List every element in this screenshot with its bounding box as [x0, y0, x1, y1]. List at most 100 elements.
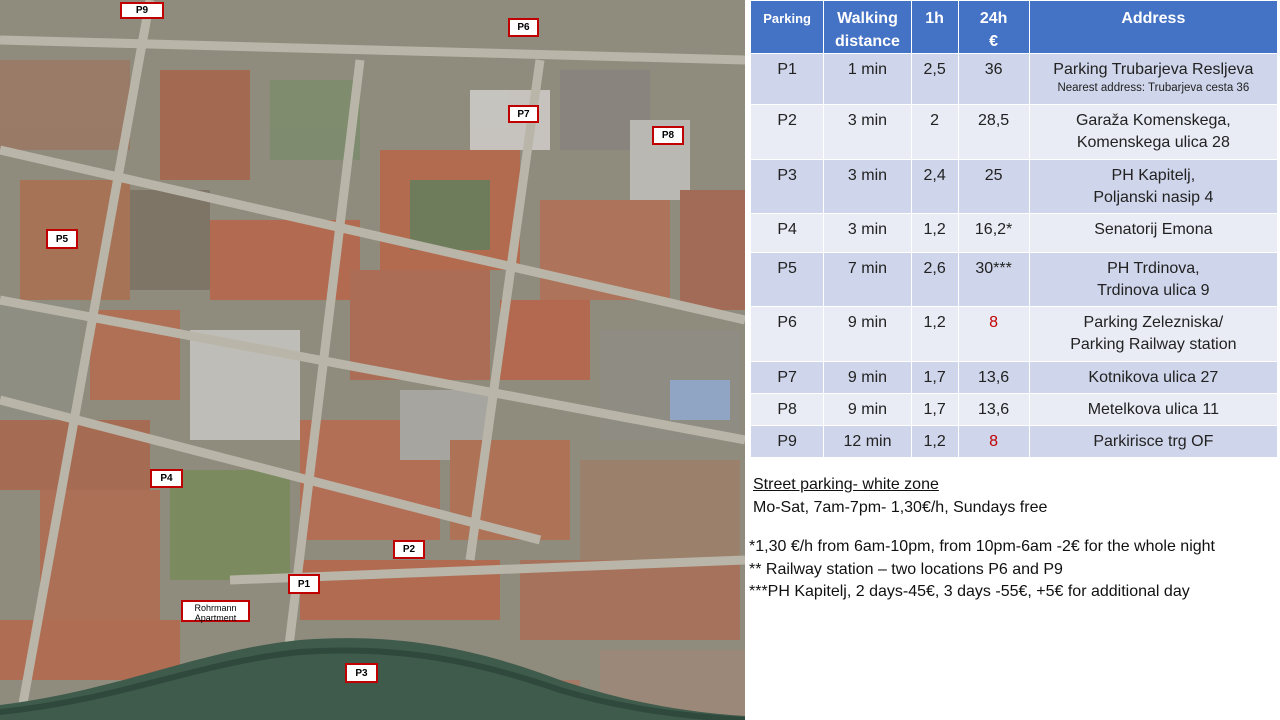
address-line2: Parking Railway station — [1070, 336, 1237, 353]
table-row: P9 12 min 1,2 8 Parkirisce trg OF — [751, 426, 1277, 457]
cell-walk: 3 min — [824, 105, 911, 159]
map-imagery — [0, 0, 745, 720]
table-header-row: Parking Walking distance 1h 24h € Address — [751, 1, 1277, 53]
header-walking-line1: Walking — [837, 10, 898, 27]
address-note: Nearest address: Trubarjeva cesta 36 — [1057, 82, 1250, 94]
address-line1: Parking Zelezniska/ — [1083, 314, 1224, 331]
cell-walk: 7 min — [824, 253, 911, 306]
cell-address: Garaža Komenskega, Komenskega ulica 28 — [1029, 105, 1277, 159]
address-line1: Parkirisce trg OF — [1093, 433, 1214, 450]
marker-p6[interactable]: P6 — [508, 18, 539, 37]
table-row: P1 1 min 2,5 36 Parking Trubarjeva Reslj… — [751, 54, 1277, 104]
cell-walk: 9 min — [824, 307, 911, 361]
cell-address: Senatorij Emona — [1029, 214, 1277, 252]
cell-1h: 1,7 — [911, 394, 958, 425]
table-row: P5 7 min 2,6 30*** PH Trdinova, Trdinova … — [751, 253, 1277, 306]
marker-p4[interactable]: P4 — [150, 469, 183, 488]
table-row: P4 3 min 1,2 16,2* Senatorij Emona — [751, 214, 1277, 252]
header-24h-line2: € — [989, 33, 999, 50]
cell-parking: P6 — [751, 307, 824, 361]
cell-parking: P1 — [751, 54, 824, 104]
cell-parking: P2 — [751, 105, 824, 159]
cell-1h: 1,7 — [911, 362, 958, 393]
parking-table: Parking Walking distance 1h 24h € Address … — [750, 0, 1278, 458]
cell-walk: 12 min — [824, 426, 911, 457]
cell-24h: 25 — [958, 160, 1029, 213]
marker-p7[interactable]: P7 — [508, 105, 539, 123]
cell-24h: 16,2* — [958, 214, 1029, 252]
cell-1h: 2,5 — [911, 54, 958, 104]
address-line2: Poljanski nasip 4 — [1093, 189, 1214, 206]
header-24h-line1: 24h — [979, 10, 1008, 27]
marker-p2[interactable]: P2 — [393, 540, 425, 559]
cell-parking: P8 — [751, 394, 824, 425]
footnote-1: *1,30 €/h from 6am-10pm, from 10pm-6am -… — [749, 538, 1215, 555]
col-header-walking: Walking distance — [824, 1, 911, 53]
address-line1: Senatorij Emona — [1094, 221, 1213, 238]
aerial-map[interactable]: P9 P6 P7 P8 P5 P4 P2 P1 P3 Rohrmann Apar… — [0, 0, 745, 720]
cell-address: PH Trdinova, Trdinova ulica 9 — [1029, 253, 1277, 306]
cell-address: Kotnikova ulica 27 — [1029, 362, 1277, 393]
marker-p3[interactable]: P3 — [345, 663, 378, 683]
address-line2: Trdinova ulica 9 — [1097, 282, 1210, 299]
col-header-address: Address — [1029, 1, 1277, 53]
cell-address: PH Kapitelj, Poljanski nasip 4 — [1029, 160, 1277, 213]
marker-p1[interactable]: P1 — [288, 574, 320, 594]
cell-parking: P3 — [751, 160, 824, 213]
col-header-parking: Parking — [751, 1, 824, 53]
cell-address: Parkirisce trg OF — [1029, 426, 1277, 457]
address-line1: Garaža Komenskega, — [1075, 112, 1231, 129]
address-line1: Kotnikova ulica 27 — [1088, 369, 1219, 386]
address-line1: Parking Trubarjeva Resljeva — [1053, 61, 1254, 78]
address-line1: PH Trdinova, — [1107, 260, 1200, 277]
cell-walk: 1 min — [824, 54, 911, 104]
cell-parking: P7 — [751, 362, 824, 393]
cell-1h: 2,4 — [911, 160, 958, 213]
cell-walk: 3 min — [824, 214, 911, 252]
cell-1h: 2,6 — [911, 253, 958, 306]
table-row: P6 9 min 1,2 8 Parking Zelezniska/Parkin… — [751, 307, 1277, 361]
address-line2: Komenskega ulica 28 — [1076, 134, 1230, 151]
cell-address: Metelkova ulica 11 — [1029, 394, 1277, 425]
cell-1h: 1,2 — [911, 307, 958, 361]
apartment-marker[interactable]: Rohrmann Apartment — [181, 600, 250, 623]
cell-address: Parking Trubarjeva Resljeva Nearest addre… — [1029, 54, 1277, 104]
apartment-type: Apartment — [194, 613, 237, 623]
cell-24h: 36 — [958, 54, 1029, 104]
cell-1h: 1,2 — [911, 214, 958, 252]
table-row: P2 3 min 2 28,5 Garaža Komenskega, Komens… — [751, 105, 1277, 159]
cell-24h: 13,6 — [958, 362, 1029, 393]
cell-walk: 9 min — [824, 394, 911, 425]
address-line1: Metelkova ulica 11 — [1087, 401, 1220, 418]
street-parking-title: Street parking- white zone — [753, 476, 939, 493]
table-row: P3 3 min 2,4 25 PH Kapitelj, Poljanski na… — [751, 160, 1277, 213]
footnote-2: ** Railway station – two locations P6 an… — [749, 561, 1063, 578]
cell-24h: 28,5 — [958, 105, 1029, 159]
cell-walk: 3 min — [824, 160, 911, 213]
cell-24h: 30*** — [958, 253, 1029, 306]
cell-parking: P9 — [751, 426, 824, 457]
cell-parking: P5 — [751, 253, 824, 306]
cell-24h: 13,6 — [958, 394, 1029, 425]
marker-p8[interactable]: P8 — [652, 126, 684, 145]
header-parking-text: Parking — [763, 11, 811, 26]
cell-1h: 2 — [911, 105, 958, 159]
cell-1h: 1,2 — [911, 426, 958, 457]
col-header-24h: 24h € — [958, 1, 1029, 53]
cell-24h: 8 — [958, 307, 1029, 361]
table-row: P8 9 min 1,7 13,6 Metelkova ulica 11 — [751, 394, 1277, 425]
marker-p9[interactable]: P9 — [120, 2, 164, 19]
cell-24h: 8 — [958, 426, 1029, 457]
footnote-3: ***PH Kapitelj, 2 days-45€, 3 days -55€,… — [749, 583, 1190, 600]
header-1h-text: 1h — [925, 10, 944, 27]
col-header-1h: 1h — [911, 1, 958, 53]
cell-parking: P4 — [751, 214, 824, 252]
address-line1: PH Kapitelj, — [1111, 167, 1196, 184]
marker-p5[interactable]: P5 — [46, 229, 78, 249]
header-walking-line2: distance — [835, 33, 900, 50]
apartment-name: Rohrmann — [194, 603, 237, 613]
table-row: P7 9 min 1,7 13,6 Kotnikova ulica 27 — [751, 362, 1277, 393]
cell-walk: 9 min — [824, 362, 911, 393]
cell-address: Parking Zelezniska/Parking Railway stati… — [1029, 307, 1277, 361]
street-parking-text: Mo-Sat, 7am-7pm- 1,30€/h, Sundays free — [753, 499, 1048, 516]
